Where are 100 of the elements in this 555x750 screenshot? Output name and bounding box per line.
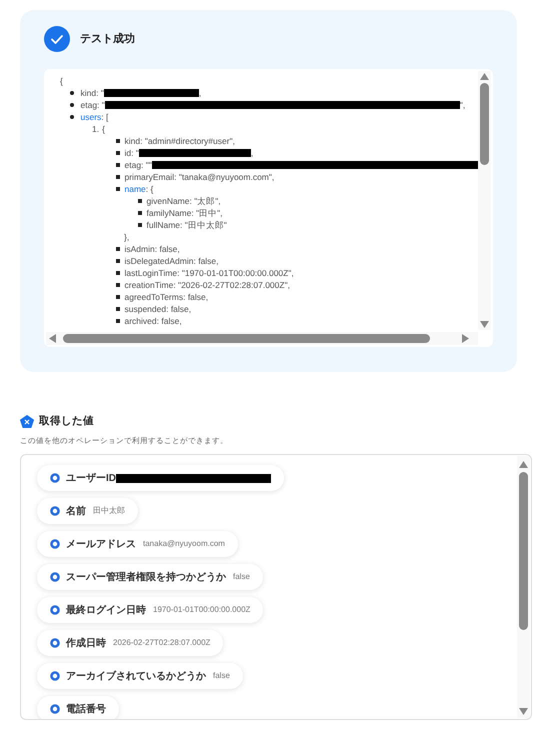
json-value: : " [131, 147, 139, 159]
ring-icon [50, 572, 60, 582]
json-brace: { [60, 75, 63, 87]
json-value: : false, [166, 303, 192, 315]
value-chip[interactable]: ユーザーID [37, 465, 284, 491]
json-value: : "田中太郎" [180, 219, 227, 231]
vertical-scrollbar[interactable] [517, 456, 530, 718]
json-value: : "田中", [191, 207, 222, 219]
value-chip[interactable]: 最終ログイン日時 1970-01-01T00:00:00.000Z [37, 597, 264, 623]
value-label: メールアドレス [66, 538, 136, 552]
bullet-icon [116, 187, 120, 191]
value-text: false [233, 571, 250, 583]
bullet-icon [70, 91, 74, 95]
json-key: givenName [146, 195, 190, 207]
json-value: : false, [154, 243, 180, 255]
json-value: : "太郎", [190, 195, 221, 207]
value-chip[interactable]: 名前 田中太郎 [37, 498, 138, 524]
vertical-scrollbar[interactable] [478, 71, 491, 330]
value-text: 1970-01-01T00:00:00.000Z [153, 604, 250, 616]
json-value: : "tanaka@nyuyoom.com", [174, 171, 274, 183]
json-key: suspended [124, 303, 166, 315]
json-value: : false, [156, 315, 182, 327]
bullet-icon [116, 271, 120, 275]
json-value: : "2026-02-27T02:28:07.000Z", [173, 279, 290, 291]
bullet-icon [116, 295, 120, 299]
json-punctuation: , [250, 147, 254, 159]
horizontal-scrollbar[interactable] [46, 332, 478, 345]
json-key: isDelegatedAdmin [124, 255, 194, 267]
ring-icon [50, 539, 60, 549]
json-key: kind [80, 87, 96, 99]
value-chip[interactable]: スーパー管理者権限を持つかどうか false [37, 564, 263, 590]
json-key: users [80, 111, 102, 123]
value-label: ユーザーID [66, 472, 116, 486]
value-chip[interactable]: アーカイブされているかどうか false [37, 663, 243, 689]
json-key: etag [80, 99, 98, 111]
json-brace: }, [124, 231, 130, 243]
json-value: : false, [193, 255, 219, 267]
json-key: primaryEmail [124, 171, 174, 183]
json-key: kind [124, 135, 140, 147]
json-punctuation: ", [460, 99, 466, 111]
json-key: fullName [146, 219, 180, 231]
scroll-thumb[interactable] [480, 83, 489, 165]
scroll-thumb[interactable] [519, 472, 528, 630]
check-icon [44, 26, 70, 52]
json-brace: { [102, 123, 105, 135]
json-key: isAdmin [124, 243, 155, 255]
value-label: スーパー管理者権限を持つかどうか [66, 570, 226, 584]
bullet-icon [116, 259, 120, 263]
bullet-icon [70, 103, 74, 107]
bullet-icon [138, 199, 142, 203]
ring-icon [50, 605, 60, 615]
bullet-icon [116, 175, 120, 179]
json-key: agreedToTerms [124, 291, 184, 303]
bullet-icon [116, 247, 120, 251]
value-label: 作成日時 [66, 636, 106, 650]
section-title: 取得した値 [39, 414, 94, 429]
json-punctuation: , [198, 87, 202, 99]
json-value: : " [97, 99, 105, 111]
scroll-up-icon[interactable] [519, 461, 528, 468]
ring-icon [50, 671, 60, 681]
json-value: : " [96, 87, 104, 99]
json-key: archived [124, 315, 157, 327]
bullet-icon [116, 163, 120, 167]
json-value: : false, [183, 291, 208, 303]
json-key: id [124, 147, 132, 159]
bullet-icon [138, 223, 142, 227]
bullet-icon [138, 211, 142, 215]
scroll-thumb[interactable] [63, 334, 430, 343]
ring-icon [50, 506, 60, 516]
scroll-down-icon[interactable] [519, 708, 528, 715]
bullet-icon [70, 115, 74, 119]
value-label: 名前 [66, 504, 86, 518]
value-chip[interactable]: メールアドレス tanaka@nyuyoom.com [37, 531, 238, 557]
scroll-left-icon[interactable] [49, 334, 56, 343]
pentagon-icon [20, 415, 34, 428]
json-key: etag [124, 159, 142, 171]
value-label: 電話番号 [66, 702, 106, 716]
list-number: 1. [92, 123, 100, 135]
scroll-right-icon[interactable] [462, 334, 469, 343]
value-chip[interactable]: 電話番号 [37, 696, 119, 719]
value-text: tanaka@nyuyoom.com [143, 538, 225, 550]
json-key: creationTime [124, 279, 174, 291]
ring-icon [50, 473, 60, 483]
bullet-icon [116, 319, 120, 323]
value-text: false [213, 670, 230, 682]
value-text: 2026-02-27T02:28:07.000Z [113, 637, 210, 649]
ring-icon [50, 704, 60, 714]
scroll-up-icon[interactable] [480, 73, 489, 80]
json-value: : "" [141, 159, 152, 171]
value-label: アーカイブされているかどうか [66, 670, 206, 684]
value-chip[interactable]: 作成日時 2026-02-27T02:28:07.000Z [37, 630, 224, 656]
json-value: : "1970-01-01T00:00:00.000Z", [177, 267, 294, 279]
json-key: name [124, 183, 146, 195]
json-value: : "admin#directory#user", [140, 135, 235, 147]
json-value: : [ [101, 111, 108, 123]
result-title: テスト成功 [80, 32, 135, 47]
bullet-icon [116, 283, 120, 287]
bullet-icon [116, 151, 120, 155]
scroll-down-icon[interactable] [480, 321, 489, 328]
json-key: lastLoginTime [124, 267, 178, 279]
